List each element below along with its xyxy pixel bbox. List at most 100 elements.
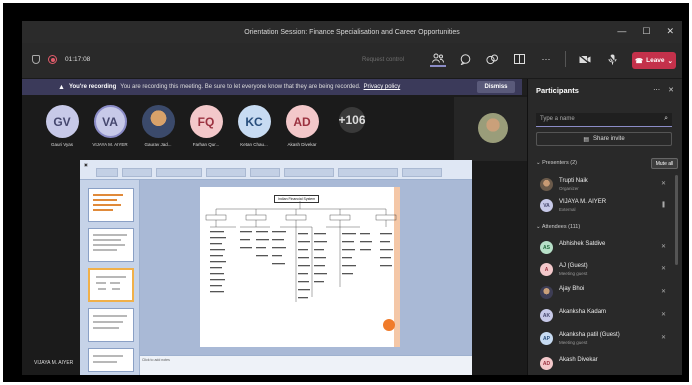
laser-pointer [383, 319, 395, 331]
slide-thumbnail[interactable] [88, 348, 134, 372]
slide-canvas: Indian Financial System [140, 180, 472, 355]
presenters-heading[interactable]: ⌄ Presenters (2) [536, 160, 577, 166]
participant-tile[interactable]: GV Gauri Vyas [42, 105, 82, 147]
slide-thumbnail[interactable] [88, 188, 134, 222]
participant-name: Ajay Bhoi [559, 286, 585, 292]
avatar: KC [237, 105, 271, 138]
window-title: Orientation Session: Finance Specialisat… [244, 28, 460, 36]
participant-row[interactable]: AS Abhishek Satdive ✕ [540, 239, 676, 259]
search-input[interactable]: Type a name ⌕ [536, 113, 672, 127]
meeting-controls: ⋯ [430, 51, 647, 67]
participant-name: VIJAYA M. AIYER [92, 142, 128, 147]
meeting-stage: GV Gauri Vyas VA VIJAYA M. AIYER Gaurav … [22, 95, 532, 375]
participant-name: AJ (Guest) [559, 263, 588, 269]
participant-name: Gauri Vyas [50, 142, 74, 147]
participant-row[interactable]: AK Akanksha Kadam ✕ [540, 307, 676, 327]
leave-button[interactable]: ☎ Leave ⌄ [632, 52, 676, 69]
participant-name: Akanksha patil (Guest) [559, 332, 620, 338]
mic-icon: ❚ [660, 202, 666, 208]
participant-gallery: GV Gauri Vyas VA VIJAYA M. AIYER Gaurav … [22, 95, 532, 161]
ribbon-tab: ▣ [84, 162, 88, 167]
slide-thumbnail[interactable] [88, 308, 134, 342]
leave-label: Leave [646, 57, 665, 64]
current-slide: Indian Financial System [200, 187, 400, 347]
participant-tile[interactable]: FQ Farhan Qur... [186, 105, 226, 147]
avatar: FQ [189, 105, 223, 138]
participant-name: Gaurav Jad... [144, 142, 172, 147]
panel-controls: ⋯ ✕ [653, 86, 674, 94]
participant-tile[interactable]: AD Akash Divekar [282, 105, 322, 147]
minimize-icon[interactable]: — [617, 26, 626, 37]
dismiss-button[interactable]: Dismiss [477, 81, 515, 93]
video-tile[interactable] [454, 97, 532, 161]
notes-pane[interactable]: Click to add notes [140, 355, 472, 375]
avatar-photo [540, 178, 553, 191]
mic-off-icon: ✕ [660, 181, 666, 187]
participant-tile[interactable]: KC Ketan Chau... [234, 105, 274, 147]
panel-title: Participants [536, 86, 579, 95]
avatar: VA [540, 199, 553, 212]
slide-thumbnail-selected[interactable] [88, 268, 134, 302]
camera-off-icon[interactable] [577, 51, 593, 67]
mic-off-icon[interactable] [604, 51, 620, 67]
mic-off-icon: ✕ [660, 289, 666, 295]
privacy-policy-link[interactable]: Privacy policy [364, 84, 401, 90]
search-icon: ⌕ [664, 115, 668, 122]
mic-off-icon: ✕ [660, 335, 666, 341]
meeting-status: 01:17:08 [32, 55, 90, 64]
avatar-photo [540, 286, 553, 299]
powerpoint-ribbon: ▣ [80, 160, 472, 180]
meeting-toolbar: 01:17:08 Request control ⋯ ☎ Leave ⌄ [22, 43, 682, 79]
chevron-down-icon: ⌄ [667, 57, 673, 65]
mic-off-icon: ✕ [660, 312, 666, 318]
avatar: AS [540, 241, 553, 254]
slide-thumbnail[interactable] [88, 228, 134, 262]
participant-name: Akash Divekar [287, 142, 317, 147]
participant-row[interactable]: AD Akash Divekar [540, 355, 676, 375]
participant-tile[interactable]: Gaurav Jad... [138, 105, 178, 147]
participant-row[interactable]: Trupti Naik Organizer ✕ [540, 176, 676, 196]
toolbar-divider [565, 51, 566, 67]
participant-role: External [559, 207, 576, 212]
participant-name: Farhan Qur... [192, 142, 220, 147]
participant-name: Abhishek Satdive [559, 241, 606, 247]
avatar-photo [478, 113, 508, 143]
participant-row[interactable]: VA VIJAYA M. AIYER External ❚ [540, 197, 676, 217]
close-icon[interactable]: ✕ [666, 26, 674, 37]
rooms-icon[interactable] [511, 51, 527, 67]
panel-scrollbar[interactable] [675, 175, 678, 265]
maximize-icon[interactable]: ☐ [642, 26, 650, 37]
mic-off-icon: ✕ [660, 244, 666, 250]
more-options-icon[interactable]: ⋯ [538, 51, 554, 67]
share-invite-button[interactable]: ▤ Share invite [536, 132, 672, 146]
title-bar: Orientation Session: Finance Specialisat… [22, 21, 682, 43]
participant-role: Organizer [559, 186, 579, 191]
participant-name: Akanksha Kadam [559, 309, 607, 315]
avatar: AK [540, 309, 553, 322]
share-invite-icon: ▤ [583, 136, 589, 143]
presenter-name: VIJAYA M. AIYER [34, 360, 74, 366]
mic-off-icon: ✕ [660, 266, 666, 272]
participant-tile[interactable]: VA VIJAYA M. AIYER [90, 105, 130, 147]
participant-name: Trupti Naik [559, 178, 588, 184]
participant-role: Meeting guest [559, 340, 588, 345]
more-options-icon[interactable]: ⋯ [653, 86, 660, 94]
share-invite-label: Share invite [592, 136, 625, 142]
slide-thumbnails [80, 180, 140, 375]
participant-row[interactable]: A AJ (Guest) Meeting guest ✕ [540, 261, 676, 281]
chat-icon[interactable] [457, 51, 473, 67]
participants-icon[interactable] [430, 51, 446, 67]
close-icon[interactable]: ✕ [668, 86, 674, 94]
request-control-button[interactable]: Request control [362, 57, 404, 63]
participant-row[interactable]: Ajay Bhoi ✕ [540, 284, 676, 304]
reactions-icon[interactable] [484, 51, 500, 67]
shared-screen[interactable]: ▣ Indian Financial System Click to add n… [80, 160, 472, 375]
participant-name: VIJAYA M. AIYER [559, 199, 607, 205]
recording-banner: ▲ You're recording You are recording thi… [22, 79, 522, 95]
window-controls: — ☐ ✕ [617, 26, 674, 37]
participants-panel: Participants ⋯ ✕ Type a name ⌕ ▤ Share i… [527, 79, 682, 375]
attendees-heading[interactable]: ⌄ Attendees (111) [536, 224, 580, 230]
participant-row[interactable]: AP Akanksha patil (Guest) Meeting guest … [540, 330, 676, 350]
mute-all-button[interactable]: Mute all [651, 158, 678, 169]
more-participants-tile[interactable]: +106 [332, 105, 372, 133]
